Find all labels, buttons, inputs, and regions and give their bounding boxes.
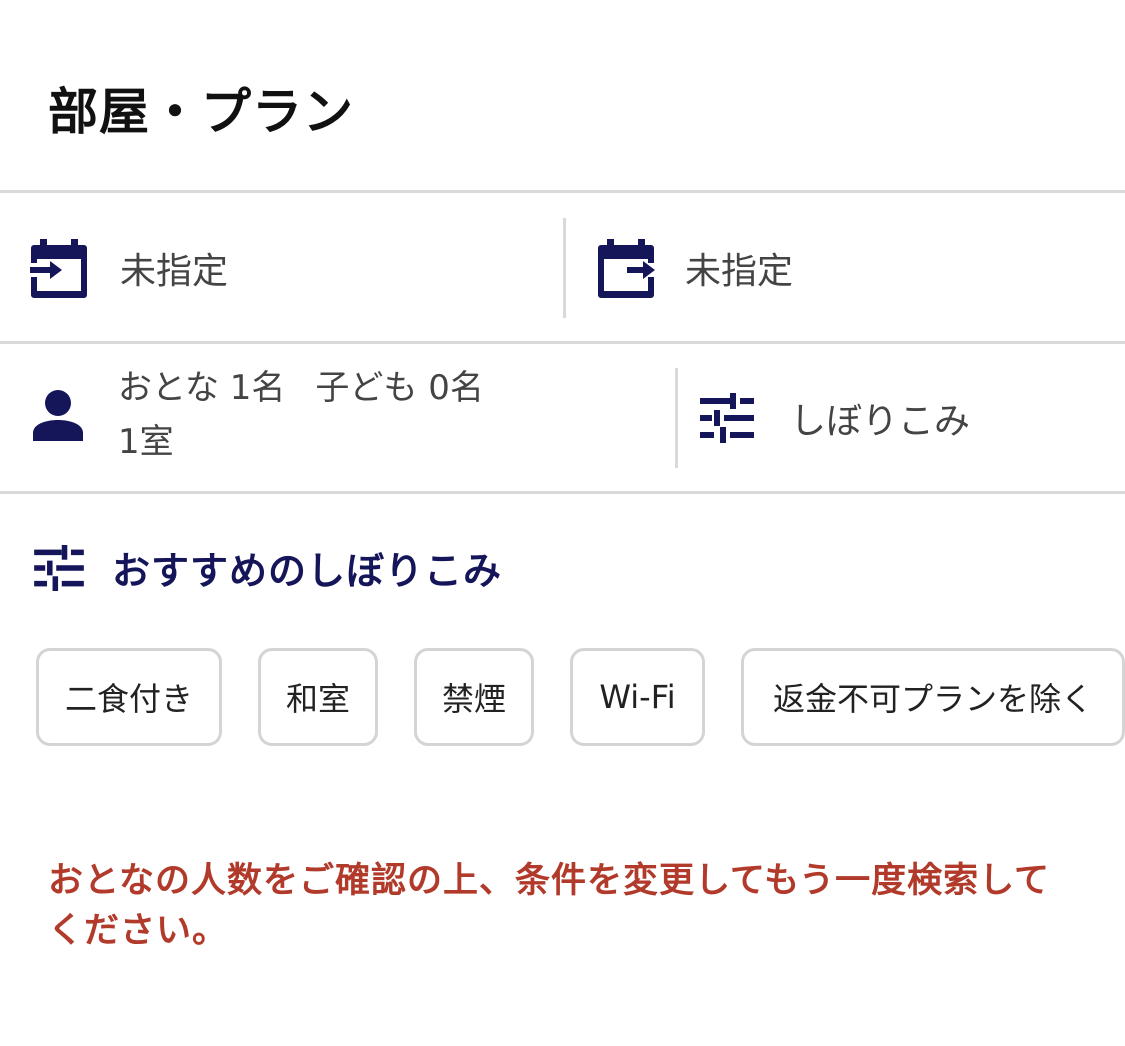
recommended-filters-header: おすすめのしぼりこみ	[34, 540, 502, 595]
checkin-date-selector[interactable]: 未指定	[30, 235, 550, 301]
divider	[0, 341, 1125, 344]
filter-chip-japanese-room[interactable]: 和室	[258, 648, 378, 746]
divider	[0, 190, 1125, 193]
filter-chip-wifi[interactable]: Wi-Fi	[570, 648, 705, 746]
divider	[563, 218, 566, 318]
divider	[675, 368, 678, 468]
filter-chip-exclude-nonrefundable[interactable]: 返金不可プランを除く	[741, 648, 1125, 746]
rooms-count: 1室	[118, 422, 174, 462]
children-count: 子ども 0名	[315, 368, 484, 408]
page-title: 部屋・プラン	[48, 83, 354, 141]
filter-label: しぼりこみ	[790, 401, 971, 442]
error-message: おとなの人数をご確認の上、条件を変更してもう一度検索してください。	[48, 861, 1051, 951]
calendar-checkin-icon	[30, 239, 87, 298]
divider	[0, 491, 1125, 494]
calendar-checkout-icon	[598, 239, 655, 298]
filter-button[interactable]: しぼりこみ	[700, 385, 1120, 451]
checkout-date-label: 未指定	[685, 251, 794, 292]
filter-chip-non-smoking[interactable]: 禁煙	[414, 648, 534, 746]
tune-icon	[34, 544, 84, 591]
guest-room-selector[interactable]: おとな 1名 子ども 0名 1室	[30, 360, 670, 470]
recommended-filters-title: おすすめのしぼりこみ	[112, 549, 503, 593]
room-plan-page: 部屋・プラン 未指定 未指定 おとな 1名 子ども 0名 1室 しぼりこみ おす…	[0, 0, 1125, 1046]
checkin-date-label: 未指定	[120, 251, 229, 292]
filter-chip-two-meals[interactable]: 二食付き	[36, 648, 222, 746]
checkout-date-selector[interactable]: 未指定	[597, 235, 1117, 301]
tune-icon	[700, 393, 754, 443]
person-icon	[33, 390, 83, 441]
adults-count: おとな 1名	[118, 368, 286, 408]
